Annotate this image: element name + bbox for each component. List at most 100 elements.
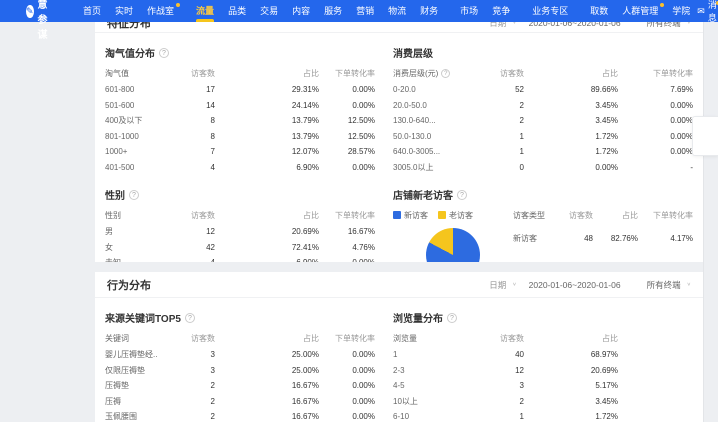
visitors-value: 10: [565, 262, 593, 263]
chevron-down-icon: ∨: [512, 22, 516, 25]
conversion-value: 0.00%: [618, 132, 693, 141]
header-cell: 访客数: [565, 210, 593, 221]
card-new-old-visitors: 店铺新老访客 ? 新访客 老访客: [393, 187, 693, 262]
header-cell: 访客数: [498, 333, 524, 344]
table-row: 6-10 1 1.72%: [393, 409, 693, 422]
help-icon[interactable]: ?: [159, 48, 169, 58]
header-cell: 访客数: [498, 68, 524, 79]
date-filter-label[interactable]: 日期: [489, 279, 506, 291]
notification-dot: [176, 3, 180, 7]
header-cell: 占比: [269, 210, 319, 221]
conversion-value: 0.00%: [618, 116, 693, 125]
nav-item-war-room[interactable]: 作战室: [140, 0, 181, 22]
row-label: 50.0-130.0: [393, 132, 498, 141]
table-header: 淘气值 访客数 占比 下单转化率: [105, 64, 375, 82]
date-filter-label[interactable]: 日期: [489, 22, 506, 29]
share-value: 3.45%: [578, 101, 618, 110]
row-label: 男: [105, 226, 189, 237]
share-value: 3.45%: [578, 397, 618, 406]
table-row: 50.0-130.0 1 1.72% 0.00%: [393, 129, 693, 145]
help-icon[interactable]: ?: [447, 313, 457, 323]
nav-item-logistics[interactable]: 物流: [381, 0, 413, 22]
row-label: 未知: [105, 257, 189, 262]
header-cell: 访客数: [189, 210, 215, 221]
share-value: 6.90%: [269, 163, 319, 172]
row-label: 400及以下: [105, 115, 189, 126]
row-label: 6-10: [393, 412, 498, 421]
nav-item-marketing[interactable]: 营销: [349, 0, 381, 22]
help-icon[interactable]: ?: [185, 313, 195, 323]
conversion-value: 0.00%: [618, 101, 693, 110]
visitors-value: 8: [189, 132, 215, 141]
nav-item-business-zone[interactable]: 业务专区: [525, 0, 575, 22]
share-value: 16.67%: [269, 381, 319, 390]
nav-item-realtime[interactable]: 实时: [108, 0, 140, 22]
header-cell: 占比: [578, 333, 618, 344]
date-range-value[interactable]: 2020-01-06~2020-01-06: [523, 278, 627, 292]
header-cell: 占比: [578, 68, 618, 79]
pie-legend: 新访客 老访客: [393, 206, 513, 224]
header-cell: 消费层级(元) ?: [393, 68, 498, 79]
help-icon[interactable]: ?: [129, 190, 139, 200]
visitors-value: 12: [189, 227, 215, 236]
table-row: 压褥垫 2 16.67% 0.00%: [105, 378, 375, 394]
table-header: 访客类型 访客数 占比 下单转化率: [513, 206, 693, 224]
terminal-filter[interactable]: 所有终端: [647, 22, 681, 29]
row-label: 20.0-50.0: [393, 101, 498, 110]
share-value: 24.14%: [269, 101, 319, 110]
conversion-value: 0.00%: [319, 397, 375, 406]
nav-item-traffic[interactable]: 流量: [189, 0, 221, 22]
header-cell: 下单转化率: [638, 210, 693, 221]
conversion-value: 12.50%: [319, 132, 375, 141]
nav-item-trade[interactable]: 交易: [253, 0, 285, 22]
conversion-value: 0.00%: [319, 258, 375, 262]
conversion-value: 28.57%: [319, 147, 375, 156]
nav-item-content[interactable]: 内容: [285, 0, 317, 22]
visitors-value: 1: [498, 132, 524, 141]
table-body: 0-20.0 52 89.66% 7.69% 20.0-50.0 2 3.45%: [393, 82, 693, 175]
nav-item-market[interactable]: 市场: [453, 0, 485, 22]
section-header-behavior: 行为分布 日期 ∨ 2020-01-06~2020-01-06 所有终端 ∨: [95, 272, 703, 298]
scrollbar-track[interactable]: [703, 22, 718, 422]
nav-item-audience[interactable]: 人群管理: [615, 0, 665, 22]
table-body: 婴儿压褥垫经.. 3 25.00% 0.00% 仅限压褥垫 3 25.00%: [105, 347, 375, 422]
new-old-table: 访客类型 访客数 占比 下单转化率 新访客 48 82.76%: [513, 206, 693, 262]
help-icon[interactable]: ?: [457, 190, 467, 200]
nav-item-data-fetch[interactable]: 取数: [583, 0, 615, 22]
row-label: 4-5: [393, 381, 498, 390]
date-range-value[interactable]: 2020-01-06~2020-01-06: [523, 22, 627, 30]
nav-item-competition[interactable]: 竞争: [485, 0, 517, 22]
share-value: 1.72%: [578, 412, 618, 421]
section-header-features: 特征分布 日期 ∨ 2020-01-06~2020-01-06 所有终端 ∨: [95, 22, 703, 33]
header-cell: 访客数: [189, 333, 215, 344]
message-button[interactable]: ✉ 消息: [697, 0, 718, 24]
floating-side-widget[interactable]: [692, 116, 718, 156]
row-label: 1000+: [105, 147, 189, 156]
nav-item-finance[interactable]: 财务: [413, 0, 445, 22]
share-value: 3.45%: [578, 116, 618, 125]
table-row: 601-800 17 29.31% 0.00%: [105, 82, 375, 98]
conversion-value: 0.00%: [319, 381, 375, 390]
card-pageview-distribution: 浏览量分布 ? 浏览量 访客数 占比 1 40: [393, 310, 693, 422]
conversion-value: 12.50%: [319, 116, 375, 125]
visitors-value: 2: [189, 412, 215, 421]
nav-item-home[interactable]: 首页: [76, 0, 108, 22]
header-cell: 占比: [593, 210, 638, 221]
header-cell: 下单转化率: [319, 68, 375, 79]
share-value: 68.97%: [578, 350, 618, 359]
nav-item-academy[interactable]: 学院: [665, 0, 697, 22]
row-label: 压褥垫: [105, 380, 189, 391]
card-title: 浏览量分布: [393, 310, 443, 325]
terminal-filter[interactable]: 所有终端: [647, 279, 681, 291]
visitors-value: 3: [189, 366, 215, 375]
nav-item-category[interactable]: 品类: [221, 0, 253, 22]
brand-logo[interactable]: ✎ 生意参谋: [26, 0, 54, 41]
help-icon[interactable]: ?: [441, 69, 450, 78]
table-row: 10以上 2 3.45%: [393, 394, 693, 410]
nav-item-service[interactable]: 服务: [317, 0, 349, 22]
visitors-value: 40: [498, 350, 524, 359]
header-cell: 访客类型: [513, 210, 565, 221]
share-value: 16.67%: [269, 412, 319, 421]
table-row: 玉佩腰围 2 16.67% 0.00%: [105, 409, 375, 422]
share-value: 13.79%: [269, 116, 319, 125]
